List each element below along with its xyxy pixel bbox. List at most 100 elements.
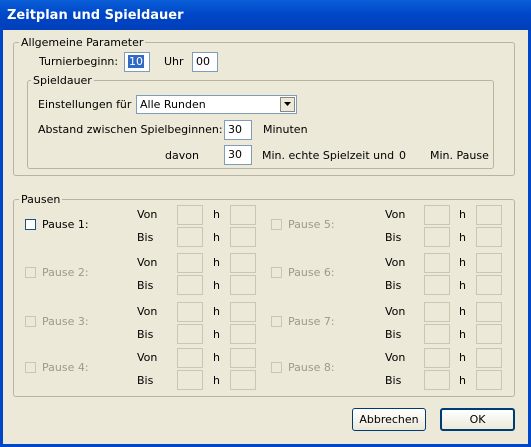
pause-2-checkbox[interactable] bbox=[25, 267, 36, 278]
pause-7-bis-minute-input[interactable] bbox=[476, 324, 502, 344]
pause-3-von-hour-input[interactable] bbox=[177, 302, 203, 322]
pause-3-von-minute-input[interactable] bbox=[230, 302, 256, 322]
uhr-label: Uhr bbox=[164, 55, 184, 68]
pause-7-bis-h-label: h bbox=[459, 328, 466, 341]
chevron-down-icon[interactable] bbox=[280, 97, 295, 112]
pause-1-von-h-label: h bbox=[213, 208, 220, 221]
pause-7-bis-hour-input[interactable] bbox=[424, 324, 450, 344]
cancel-button[interactable]: Abbrechen bbox=[352, 408, 426, 431]
spielzeit-suffix-label: Min. echte Spielzeit und bbox=[262, 149, 395, 162]
pause-2-bis-minute-input[interactable] bbox=[230, 275, 256, 295]
window-title: Zeitplan und Spieldauer bbox=[7, 8, 184, 23]
pause-7-von-hour-input[interactable] bbox=[424, 302, 450, 322]
pause-2-von-minute-input[interactable] bbox=[230, 253, 256, 273]
pause-8-bis-hour-input[interactable] bbox=[424, 370, 450, 390]
pause-1-von-label: Von bbox=[137, 208, 158, 221]
pause-8-von-label: Von bbox=[385, 351, 406, 364]
start-hour-input[interactable]: 10 bbox=[124, 52, 150, 72]
pause-6-bis-hour-input[interactable] bbox=[424, 275, 450, 295]
ok-button[interactable]: OK bbox=[440, 408, 515, 431]
pause-7-von-minute-input[interactable] bbox=[476, 302, 502, 322]
pause-1-label: Pause 1: bbox=[42, 218, 89, 231]
pause-8-von-h-label: h bbox=[459, 351, 466, 364]
pause-6-label: Pause 6: bbox=[288, 266, 335, 279]
pause-suffix-label: Min. Pause bbox=[430, 149, 489, 162]
pause-2-bis-h-label: h bbox=[213, 279, 220, 292]
pause-8-von-hour-input[interactable] bbox=[424, 348, 450, 368]
spieldauer-legend: Spieldauer bbox=[31, 74, 94, 87]
pause-3-von-h-label: h bbox=[213, 305, 220, 318]
pause-7-von-h-label: h bbox=[459, 305, 466, 318]
pause-6-von-label: Von bbox=[385, 256, 406, 269]
abstand-label: Abstand zwischen Spielbeginnen: bbox=[38, 123, 223, 136]
pause-4-von-hour-input[interactable] bbox=[177, 348, 203, 368]
pause-8-bis-minute-input[interactable] bbox=[476, 370, 502, 390]
pause-2-von-hour-input[interactable] bbox=[177, 253, 203, 273]
pause-minutes-value: 0 bbox=[399, 149, 406, 162]
start-minute-input[interactable]: 00 bbox=[192, 52, 218, 72]
pause-4-label: Pause 4: bbox=[42, 361, 89, 374]
pause-1-bis-h-label: h bbox=[213, 231, 220, 244]
pause-8-checkbox[interactable] bbox=[271, 362, 282, 373]
pause-1-checkbox[interactable] bbox=[25, 219, 36, 230]
pause-5-bis-h-label: h bbox=[459, 231, 466, 244]
pause-3-bis-hour-input[interactable] bbox=[177, 324, 203, 344]
pause-5-label: Pause 5: bbox=[288, 218, 335, 231]
spielzeit-value: 30 bbox=[228, 148, 242, 161]
start-minute-value: 00 bbox=[196, 55, 210, 68]
pausen-legend: Pausen bbox=[19, 193, 63, 206]
pause-5-von-minute-input[interactable] bbox=[476, 205, 502, 225]
pause-4-bis-minute-input[interactable] bbox=[230, 370, 256, 390]
pause-3-bis-h-label: h bbox=[213, 328, 220, 341]
pause-1-bis-minute-input[interactable] bbox=[230, 227, 256, 247]
pause-1-von-hour-input[interactable] bbox=[177, 205, 203, 225]
runden-select[interactable]: Alle Runden bbox=[136, 95, 297, 114]
pause-3-von-label: Von bbox=[137, 305, 158, 318]
abstand-value: 30 bbox=[228, 123, 242, 136]
pause-5-bis-label: Bis bbox=[385, 231, 402, 244]
pause-5-von-label: Von bbox=[385, 208, 406, 221]
pause-2-bis-hour-input[interactable] bbox=[177, 275, 203, 295]
allgemeine-parameter-legend: Allgemeine Parameter bbox=[19, 36, 146, 49]
pause-2-bis-label: Bis bbox=[137, 279, 154, 292]
pause-3-checkbox[interactable] bbox=[25, 316, 36, 327]
pause-8-label: Pause 8: bbox=[288, 361, 335, 374]
pause-4-bis-h-label: h bbox=[213, 374, 220, 387]
pause-5-von-hour-input[interactable] bbox=[424, 205, 450, 225]
pause-2-von-h-label: h bbox=[213, 256, 220, 269]
pause-6-von-hour-input[interactable] bbox=[424, 253, 450, 273]
pause-2-label: Pause 2: bbox=[42, 266, 89, 279]
title-bar[interactable]: Zeitplan und Spieldauer bbox=[0, 0, 531, 30]
pause-8-bis-h-label: h bbox=[459, 374, 466, 387]
pause-7-bis-label: Bis bbox=[385, 328, 402, 341]
pause-4-von-minute-input[interactable] bbox=[230, 348, 256, 368]
pause-6-checkbox[interactable] bbox=[271, 267, 282, 278]
pause-1-bis-hour-input[interactable] bbox=[177, 227, 203, 247]
pause-8-von-minute-input[interactable] bbox=[476, 348, 502, 368]
pause-3-bis-minute-input[interactable] bbox=[230, 324, 256, 344]
pause-1-bis-label: Bis bbox=[137, 231, 154, 244]
pause-1-von-minute-input[interactable] bbox=[230, 205, 256, 225]
spielzeit-input[interactable]: 30 bbox=[224, 145, 252, 165]
pause-6-bis-minute-input[interactable] bbox=[476, 275, 502, 295]
pause-5-von-h-label: h bbox=[459, 208, 466, 221]
pause-4-checkbox[interactable] bbox=[25, 362, 36, 373]
pause-4-von-h-label: h bbox=[213, 351, 220, 364]
pause-6-von-h-label: h bbox=[459, 256, 466, 269]
turnierbeginn-label: Turnierbeginn: bbox=[39, 55, 119, 68]
pause-4-bis-label: Bis bbox=[137, 374, 154, 387]
pause-7-checkbox[interactable] bbox=[271, 316, 282, 327]
pause-3-label: Pause 3: bbox=[42, 315, 89, 328]
pause-5-checkbox[interactable] bbox=[271, 219, 282, 230]
pause-4-von-label: Von bbox=[137, 351, 158, 364]
abstand-input[interactable]: 30 bbox=[224, 120, 252, 140]
pause-3-bis-label: Bis bbox=[137, 328, 154, 341]
pause-7-label: Pause 7: bbox=[288, 315, 335, 328]
pause-6-von-minute-input[interactable] bbox=[476, 253, 502, 273]
pause-7-von-label: Von bbox=[385, 305, 406, 318]
pause-5-bis-hour-input[interactable] bbox=[424, 227, 450, 247]
pause-5-bis-minute-input[interactable] bbox=[476, 227, 502, 247]
pause-8-bis-label: Bis bbox=[385, 374, 402, 387]
pause-4-bis-hour-input[interactable] bbox=[177, 370, 203, 390]
runden-select-value: Alle Runden bbox=[140, 98, 206, 111]
